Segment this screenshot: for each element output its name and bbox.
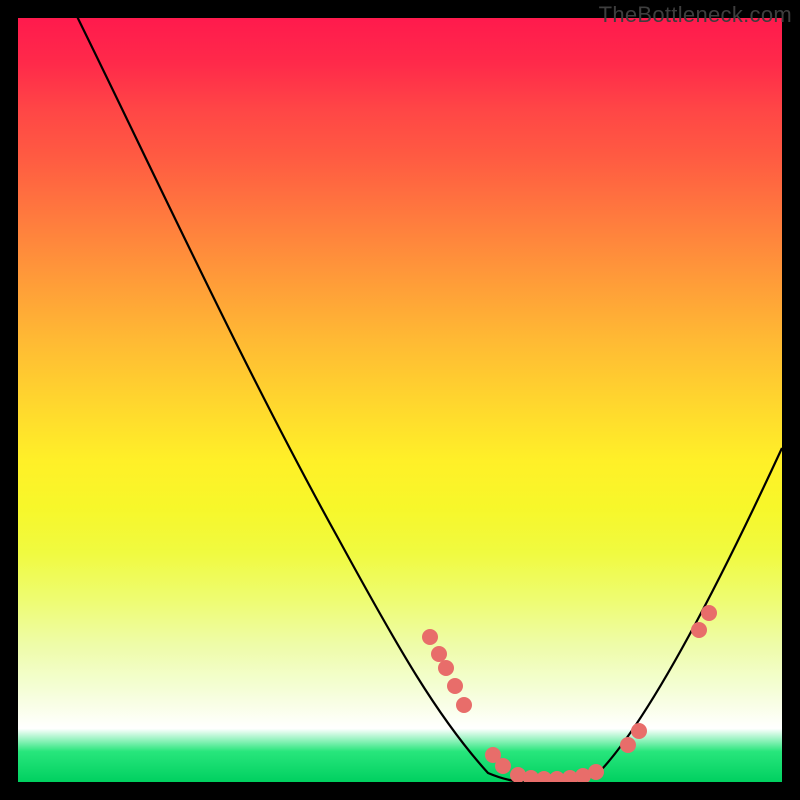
marker-dot — [438, 660, 454, 676]
chart-svg — [18, 18, 782, 782]
marker-dot — [456, 697, 472, 713]
watermark-text: TheBottleneck.com — [599, 2, 792, 28]
marker-dot — [588, 764, 604, 780]
marker-dot — [431, 646, 447, 662]
marker-dot — [422, 629, 438, 645]
marker-dot — [701, 605, 717, 621]
chart-plot-area — [18, 18, 782, 782]
marker-dot — [447, 678, 463, 694]
marker-dot — [620, 737, 636, 753]
marker-dot — [495, 758, 511, 774]
marker-dot — [631, 723, 647, 739]
marker-dot — [691, 622, 707, 638]
bottleneck-curve — [58, 18, 782, 782]
